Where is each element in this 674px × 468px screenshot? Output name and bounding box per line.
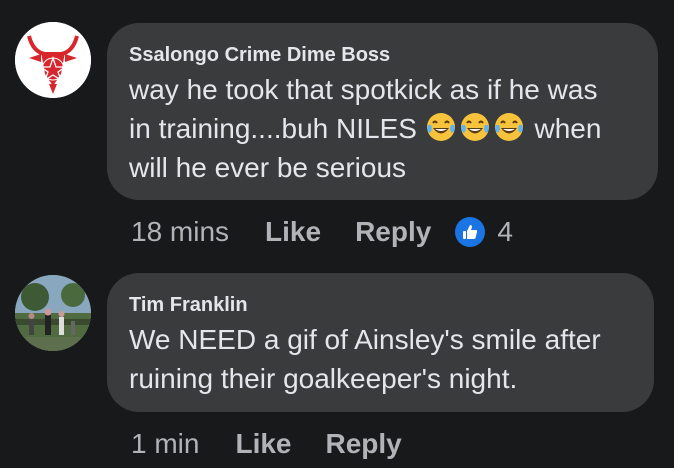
goat-pentagram-icon (15, 22, 91, 98)
comment-timestamp[interactable]: 18 mins (131, 216, 229, 248)
comment: Tim Franklin We NEED a gif of Ainsley's … (0, 262, 674, 468)
comment-text-line: We NEED a gif of Ainsley's smile after (129, 324, 601, 355)
comment-text-line: when (534, 113, 602, 144)
comment: Ssalongo Crime Dime Boss way he took tha… (0, 0, 674, 262)
comment-actions: 18 mins Like Reply 4 (131, 216, 513, 248)
comment-text-line: ruining their goalkeeper's night. (129, 363, 518, 394)
thumbs-up-icon (455, 217, 486, 247)
like-button[interactable]: Like (265, 216, 321, 248)
comment-text: We NEED a gif of Ainsley's smile after r… (129, 320, 632, 398)
reaction-count: 4 (497, 216, 513, 247)
comment-bubble: Ssalongo Crime Dime Boss way he took tha… (107, 23, 658, 200)
avatar[interactable] (15, 22, 91, 98)
comment-text: way he took that spotkick as if he was i… (129, 70, 636, 187)
profile-photo-icon (15, 275, 91, 351)
comments-section: Ssalongo Crime Dime Boss way he took tha… (0, 0, 674, 468)
comment-text-line: will he ever be serious (129, 152, 407, 183)
comment-text-line: in training....buh NILES (129, 113, 417, 144)
reaction-summary[interactable]: 4 (455, 216, 513, 248)
laughing-tears-emoji-icon (426, 113, 455, 141)
comment-author[interactable]: Tim Franklin (129, 293, 632, 317)
laughing-tears-emoji-icon (494, 113, 523, 141)
comment-timestamp[interactable]: 1 min (131, 428, 199, 460)
avatar[interactable] (15, 275, 91, 351)
like-button[interactable]: Like (235, 428, 291, 460)
reply-button[interactable]: Reply (355, 216, 431, 248)
reply-button[interactable]: Reply (326, 428, 402, 460)
laughing-tears-emoji-icon (460, 113, 489, 141)
comment-actions: 1 min Like Reply (131, 428, 436, 460)
comment-bubble: Tim Franklin We NEED a gif of Ainsley's … (107, 273, 654, 412)
comment-text-line: way he took that spotkick as if he was (129, 74, 598, 105)
comment-author[interactable]: Ssalongo Crime Dime Boss (129, 43, 636, 67)
